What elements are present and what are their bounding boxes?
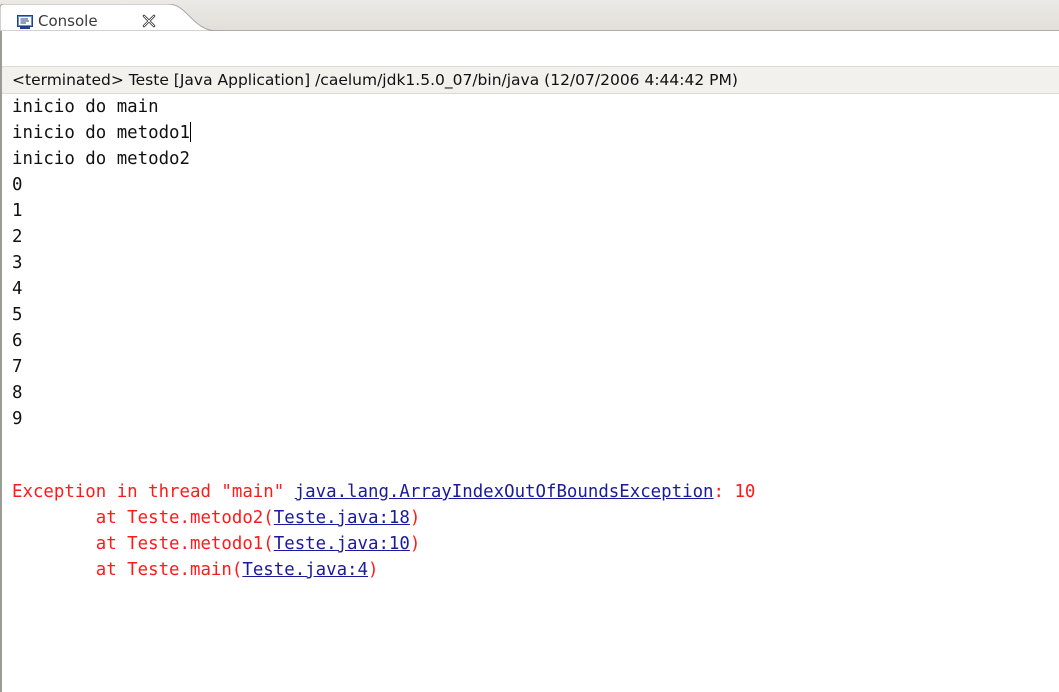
- output-line: inicio do main: [12, 97, 159, 117]
- output-line: 7: [12, 357, 23, 377]
- view-tab-bar: Console: [0, 0, 1059, 31]
- output-line: 4: [12, 279, 23, 299]
- output-line: inicio do metodo2: [12, 149, 190, 169]
- tab-console[interactable]: Console: [0, 4, 220, 31]
- text-cursor: [190, 122, 191, 142]
- stack-trace-line: at Teste.metodo2(Teste.java:18): [12, 508, 421, 528]
- exception-suffix: : 10: [713, 482, 756, 502]
- console-icon: [17, 15, 33, 29]
- close-icon[interactable]: [142, 14, 156, 28]
- source-link[interactable]: Teste.java:18: [274, 508, 410, 528]
- output-line: 3: [12, 253, 23, 273]
- output-line: inicio do metodo1: [12, 122, 191, 143]
- toolbar-area: [2, 31, 1059, 66]
- source-link[interactable]: Teste.java:4: [242, 560, 368, 580]
- stack-trace-line: at Teste.main(Teste.java:4): [12, 560, 379, 580]
- process-status-text: <terminated> Teste [Java Application] /c…: [12, 71, 738, 89]
- exception-class-link[interactable]: java.lang.ArrayIndexOutOfBoundsException: [295, 482, 714, 502]
- output-line: 6: [12, 331, 23, 351]
- tab-console-label: Console: [38, 12, 98, 30]
- output-line: 2: [12, 227, 23, 247]
- output-line: 0: [12, 175, 23, 195]
- console-view: Console <terminated> Teste [Java Applica…: [0, 0, 1059, 692]
- tab-shape: [0, 4, 219, 31]
- exception-prefix: Exception in thread "main": [12, 482, 295, 502]
- output-line: 9: [12, 409, 23, 429]
- source-link[interactable]: Teste.java:10: [274, 534, 410, 554]
- output-line: 1: [12, 201, 23, 221]
- exception-line: Exception in thread "main" java.lang.Arr…: [12, 479, 755, 505]
- output-line: 5: [12, 305, 23, 325]
- console-output[interactable]: inicio do main inicio do metodo1 inicio …: [2, 94, 1059, 692]
- output-line: 8: [12, 383, 23, 403]
- stack-trace-line: at Teste.metodo1(Teste.java:10): [12, 534, 421, 554]
